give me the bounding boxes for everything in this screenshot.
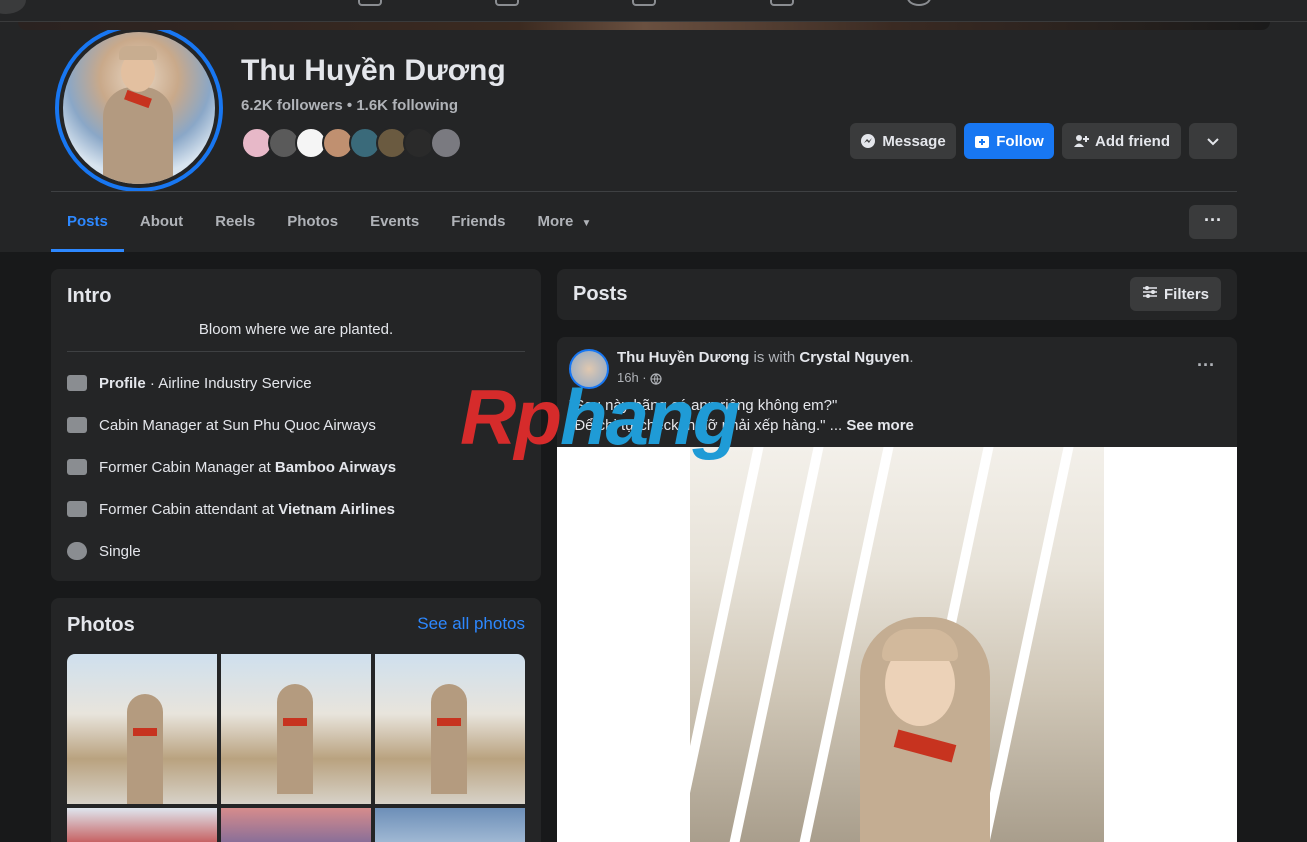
message-label: Message [882, 132, 946, 150]
tab-photos[interactable]: Photos [271, 192, 354, 252]
intro-item-text: Former Cabin attendant at [99, 500, 279, 518]
photo-thumbnail[interactable] [375, 654, 525, 804]
photo-thumbnail[interactable] [375, 808, 525, 842]
posts-title: Posts [573, 283, 628, 305]
post-card: Thu Huyền Dương is with Crystal Nguyen. … [557, 337, 1237, 842]
filters-label: Filters [1163, 285, 1209, 303]
groups-icon[interactable] [907, 0, 931, 6]
tagged-user-link[interactable]: Crystal Nguyen [799, 349, 909, 366]
intro-item-relationship: Single [67, 539, 141, 563]
briefcase-icon [67, 459, 87, 475]
photo-thumbnail[interactable] [221, 808, 371, 842]
see-all-photos-link[interactable]: See all photos [417, 614, 525, 634]
posts-header-card: Posts Filters [557, 269, 1237, 320]
top-navigation-bar [0, 0, 1307, 22]
avatar-image [63, 32, 215, 184]
tab-events[interactable]: Events [354, 192, 435, 252]
post-image-container[interactable] [557, 447, 1237, 842]
friend-avatar[interactable] [430, 127, 462, 159]
intro-item-work: Former Cabin Manager at Bamboo Airways [67, 455, 396, 479]
photo-grid [67, 654, 525, 842]
intro-bio: Bloom where we are planted. [198, 321, 394, 338]
intro-item-text: Single [99, 542, 141, 560]
tab-reels[interactable]: Reels [199, 192, 271, 252]
profile-name: Thu Huyền Dương [241, 54, 506, 87]
profile-avatar[interactable] [55, 24, 223, 192]
message-button[interactable]: Message [850, 123, 956, 159]
intro-card: Intro Bloom where we are planted. Profil… [51, 269, 541, 581]
back-button[interactable] [0, 0, 26, 14]
employer-link[interactable]: Bamboo Airways [275, 459, 396, 476]
marketplace-icon[interactable] [770, 0, 794, 6]
photos-title: Photos [67, 614, 135, 636]
follow-label: Follow [996, 132, 1044, 150]
intro-item-profile: Profile · Airline Industry Service [67, 371, 312, 395]
post-timestamp[interactable]: 16h · [617, 370, 662, 385]
post-author-avatar[interactable] [569, 349, 609, 389]
globe-icon [650, 370, 662, 385]
intro-item-text: Cabin Manager at Sun Phu Quoc Airways [99, 416, 376, 434]
profile-stats: 6.2K followers • 1.6K following [241, 97, 458, 114]
add-friend-button[interactable]: Add friend [1062, 123, 1181, 159]
photo-thumbnail[interactable] [67, 654, 217, 804]
cover-photo-edge [18, 22, 1270, 30]
watch-icon[interactable] [632, 0, 656, 6]
post-time: 16h · [617, 370, 647, 385]
add-friend-icon [1073, 133, 1089, 149]
intro-item-text: · Airline Industry Service [145, 374, 312, 392]
category-icon [67, 375, 87, 391]
home-icon[interactable] [358, 0, 382, 6]
post-options-button[interactable]: ··· [1197, 355, 1215, 376]
profile-tabs: Posts About Reels Photos Events Friends … [51, 192, 607, 252]
post-author-line: Thu Huyền Dương is with Crystal Nguyen. [617, 349, 914, 366]
profile-header: Thu Huyền Dương 6.2K followers • 1.6K fo… [0, 22, 1307, 252]
post-author-link[interactable]: Thu Huyền Dương [617, 349, 749, 366]
briefcase-icon [67, 417, 87, 433]
filters-icon [1142, 285, 1158, 303]
post-text-line: "Sau này hãng có app riêng không em?" [569, 397, 838, 414]
friends-icon[interactable] [495, 0, 519, 6]
intro-divider [67, 351, 525, 352]
tab-more-label: More [537, 213, 574, 230]
caret-down-icon: ▼ [581, 218, 592, 229]
heart-icon [67, 542, 87, 560]
tab-posts[interactable]: Posts [51, 192, 124, 252]
intro-item-bold: Profile [99, 374, 146, 392]
following-link[interactable]: 1.6K following [356, 97, 458, 114]
intro-title: Intro [67, 285, 112, 307]
follow-button[interactable]: Follow [964, 123, 1054, 159]
followers-link[interactable]: 6.2K followers [241, 97, 343, 114]
profile-dropdown-button[interactable] [1189, 123, 1237, 159]
post-text-line: "Để chị tự check-in đỡ phải xếp hàng." .… [569, 417, 914, 434]
tab-more[interactable]: More ▼ [521, 192, 607, 252]
stats-separator: • [346, 97, 353, 114]
chevron-down-icon [1207, 133, 1219, 150]
see-more-link[interactable]: See more [846, 417, 914, 434]
photo-thumbnail[interactable] [67, 808, 217, 842]
more-options-button[interactable]: ··· [1189, 205, 1237, 239]
intro-item-work: Former Cabin attendant at Vietnam Airlin… [67, 497, 395, 521]
add-friend-label: Add friend [1095, 132, 1170, 150]
photos-card: Photos See all photos [51, 598, 541, 842]
tab-friends[interactable]: Friends [435, 192, 521, 252]
briefcase-icon [67, 501, 87, 517]
post-with-text: is with [749, 349, 800, 366]
filters-button[interactable]: Filters [1129, 277, 1221, 311]
post-text: "Để chị tự check-in đỡ phải xếp hàng." .… [569, 417, 843, 434]
post-photo [690, 447, 1104, 842]
messenger-icon [860, 133, 876, 149]
follow-icon [974, 133, 990, 149]
employer-link[interactable]: Vietnam Airlines [278, 501, 395, 518]
intro-item-text: Former Cabin Manager at [99, 458, 275, 476]
tab-about[interactable]: About [124, 192, 199, 252]
intro-item-work: Cabin Manager at Sun Phu Quoc Airways [67, 413, 376, 437]
photo-thumbnail[interactable] [221, 654, 371, 804]
mutual-friends-avatars [241, 127, 462, 159]
